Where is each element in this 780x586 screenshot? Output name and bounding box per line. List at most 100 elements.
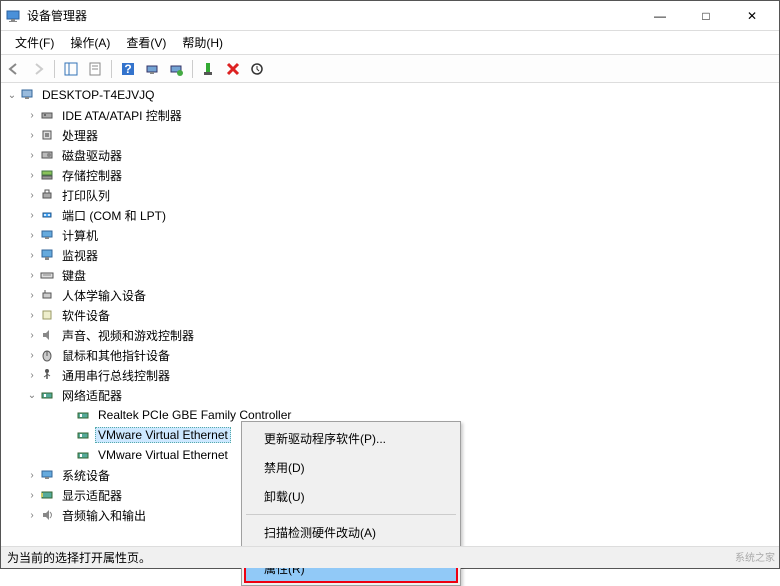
node-label: 键盘 <box>59 266 89 285</box>
mouse-icon <box>39 347 55 363</box>
collapse-icon[interactable]: ⌄ <box>25 390 39 401</box>
titlebar: 设备管理器 — □ ✕ <box>1 1 779 31</box>
menu-help[interactable]: 帮助(H) <box>174 32 231 53</box>
menu-view[interactable]: 查看(V) <box>118 32 174 53</box>
node-label: 显示适配器 <box>59 486 125 505</box>
node-label: 音频输入和输出 <box>59 506 149 525</box>
app-icon <box>5 8 21 24</box>
display-adapter-icon <box>39 487 55 503</box>
enable-button[interactable] <box>198 58 220 80</box>
back-button[interactable] <box>3 58 25 80</box>
node-label: 处理器 <box>59 126 101 145</box>
expand-icon[interactable]: › <box>25 250 39 261</box>
expand-icon[interactable]: › <box>25 270 39 281</box>
minimize-button[interactable]: — <box>637 1 683 31</box>
node-label: 网络适配器 <box>59 386 125 405</box>
tree-category-mouse[interactable]: ›鼠标和其他指针设备 <box>1 345 779 365</box>
node-label: VMware Virtual Ethernet <box>95 427 231 443</box>
speaker-icon <box>39 327 55 343</box>
expand-icon[interactable]: › <box>25 130 39 141</box>
uninstall-button[interactable] <box>222 58 244 80</box>
expand-icon[interactable]: › <box>25 230 39 241</box>
expand-icon[interactable]: › <box>25 310 39 321</box>
tree-category-monitor[interactable]: ›监视器 <box>1 245 779 265</box>
expand-icon[interactable]: › <box>25 210 39 221</box>
menu-action[interactable]: 操作(A) <box>62 32 118 53</box>
menu-file[interactable]: 文件(F) <box>7 32 62 53</box>
network-adapter-icon <box>75 407 91 423</box>
printer-icon <box>39 187 55 203</box>
properties-button[interactable] <box>84 58 106 80</box>
ctx-disable[interactable]: 禁用(D) <box>244 453 458 482</box>
computer-icon <box>19 87 35 103</box>
ide-icon <box>39 107 55 123</box>
node-label: 端口 (COM 和 LPT) <box>59 206 169 225</box>
expand-icon[interactable]: › <box>25 190 39 201</box>
node-label: VMware Virtual Ethernet <box>95 447 231 463</box>
tree-root[interactable]: ⌄ DESKTOP-T4EJVJQ <box>1 85 779 105</box>
tree-category-hid[interactable]: › 人体学输入设备 <box>1 285 779 305</box>
scan-hardware-button[interactable] <box>246 58 268 80</box>
tree-category-cpu[interactable]: › 处理器 <box>1 125 779 145</box>
expand-icon[interactable]: › <box>25 490 39 501</box>
ctx-uninstall[interactable]: 卸载(U) <box>244 482 458 511</box>
tree-category-storage[interactable]: › 存储控制器 <box>1 165 779 185</box>
tree-category-sound[interactable]: › 声音、视频和游戏控制器 <box>1 325 779 345</box>
help-button[interactable]: ? <box>117 58 139 80</box>
tree-category-printer[interactable]: › 打印队列 <box>1 185 779 205</box>
node-label: 软件设备 <box>59 306 113 325</box>
tree-category-ports[interactable]: › 端口 (COM 和 LPT) <box>1 205 779 225</box>
hid-icon <box>39 287 55 303</box>
expand-icon[interactable]: › <box>25 330 39 341</box>
network-adapter-icon <box>75 427 91 443</box>
expand-icon[interactable]: › <box>25 350 39 361</box>
toolbar: ? <box>1 55 779 83</box>
update-driver-button[interactable] <box>165 58 187 80</box>
expand-icon[interactable]: › <box>25 110 39 121</box>
maximize-button[interactable]: □ <box>683 1 729 31</box>
system-icon <box>39 467 55 483</box>
disk-icon <box>39 147 55 163</box>
expand-icon[interactable]: › <box>25 510 39 521</box>
tree-category-disk[interactable]: ›磁盘驱动器 <box>1 145 779 165</box>
monitor-icon <box>39 247 55 263</box>
network-adapter-icon <box>75 447 91 463</box>
audio-icon <box>39 507 55 523</box>
ctx-update-driver[interactable]: 更新驱动程序软件(P)... <box>244 424 458 453</box>
window-title: 设备管理器 <box>27 7 637 24</box>
node-label: IDE ATA/ATAPI 控制器 <box>59 106 185 125</box>
expand-icon[interactable]: › <box>25 290 39 301</box>
usb-icon <box>39 367 55 383</box>
tree-category-computers[interactable]: ›计算机 <box>1 225 779 245</box>
close-button[interactable]: ✕ <box>729 1 775 31</box>
port-icon <box>39 207 55 223</box>
scan-button[interactable] <box>141 58 163 80</box>
ctx-scan[interactable]: 扫描检测硬件改动(A) <box>244 518 458 547</box>
tree-category-software[interactable]: › 软件设备 <box>1 305 779 325</box>
tree-category-usb[interactable]: › 通用串行总线控制器 <box>1 365 779 385</box>
statusbar: 为当前的选择打开属性页。 <box>1 546 779 568</box>
expand-icon[interactable]: › <box>25 150 39 161</box>
tree-category-network[interactable]: ⌄ 网络适配器 <box>1 385 779 405</box>
node-label: 存储控制器 <box>59 166 125 185</box>
storage-icon <box>39 167 55 183</box>
show-pane-button[interactable] <box>60 58 82 80</box>
keyboard-icon <box>39 267 55 283</box>
node-label: 通用串行总线控制器 <box>59 366 173 385</box>
expand-icon[interactable]: › <box>25 370 39 381</box>
software-icon <box>39 307 55 323</box>
expand-icon[interactable]: › <box>25 470 39 481</box>
expand-icon[interactable]: › <box>25 170 39 181</box>
computer-icon <box>39 227 55 243</box>
tree-category-keyboard[interactable]: › 键盘 <box>1 265 779 285</box>
node-label: 人体学输入设备 <box>59 286 149 305</box>
node-label: 系统设备 <box>59 466 113 485</box>
menubar: 文件(F) 操作(A) 查看(V) 帮助(H) <box>1 31 779 55</box>
forward-button[interactable] <box>27 58 49 80</box>
network-icon <box>39 387 55 403</box>
node-label: 打印队列 <box>59 186 113 205</box>
collapse-icon[interactable]: ⌄ <box>5 90 19 101</box>
node-label: 声音、视频和游戏控制器 <box>59 326 197 345</box>
tree-category-ide[interactable]: › IDE ATA/ATAPI 控制器 <box>1 105 779 125</box>
statusbar-text: 为当前的选择打开属性页。 <box>7 549 151 566</box>
